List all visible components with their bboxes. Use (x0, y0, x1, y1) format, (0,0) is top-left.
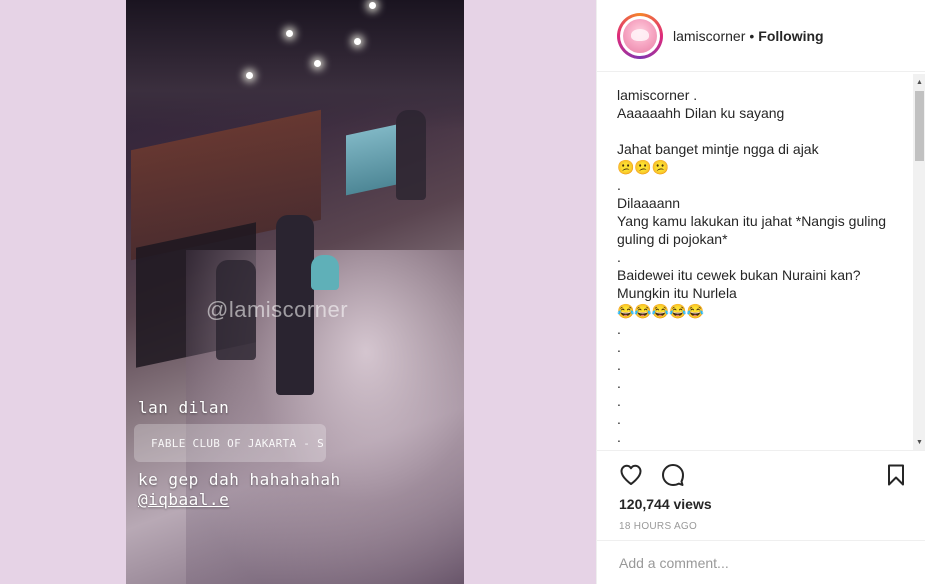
bookmark-icon[interactable] (884, 463, 908, 487)
view-count[interactable]: 120,744 views (619, 496, 712, 512)
comment-input[interactable] (619, 554, 899, 571)
caption-line: Aaaaaahh Dilan ku sayang (617, 105, 785, 121)
ceiling-light (246, 72, 253, 79)
wall-screen (346, 124, 396, 196)
post-video[interactable]: @lamiscorner lan dilan FABLE CLUB OF JAK… (126, 0, 464, 584)
caption-line: Baidewei itu cewek bukan Nuraini kan? (617, 267, 861, 283)
ceiling-light (314, 60, 321, 67)
watermark: @lamiscorner (206, 297, 349, 322)
separator-dot: • (749, 27, 755, 44)
caption-line: . (617, 321, 621, 337)
caption-line: 😕😕😕 (617, 159, 670, 175)
caption-line: guling di pojokan* (617, 231, 728, 247)
person-figure (396, 110, 426, 200)
username-link[interactable]: lamiscorner (673, 28, 745, 44)
scroll-up-arrow[interactable]: ▲ (913, 76, 925, 89)
caption-scrollbar[interactable]: ▲ ▼ (913, 74, 925, 450)
post-side-panel: lamiscorner • Following lamiscorner . Aa… (596, 0, 925, 584)
ceiling-light (369, 2, 376, 9)
caption-line: Dilaaaann (617, 195, 681, 211)
caption-line: . (617, 339, 621, 355)
person-figure (311, 255, 339, 290)
comment-icon[interactable] (661, 463, 685, 487)
story-text-line2: ke gep dah hahahahah (138, 470, 341, 489)
scroll-down-arrow[interactable]: ▼ (913, 436, 925, 449)
scroll-thumb[interactable] (915, 91, 924, 161)
caption-text: Aaaaaahh Dilan ku sayang Jahat banget min… (617, 104, 907, 446)
avatar[interactable] (617, 12, 663, 59)
caption-line: . (617, 411, 621, 427)
story-text-line1: lan dilan (138, 398, 230, 417)
ceiling-light (286, 30, 293, 37)
username-row: lamiscorner • Following (673, 28, 824, 44)
caption-line (617, 122, 907, 140)
action-bar (597, 450, 925, 496)
caption-line: . (617, 375, 621, 391)
heart-icon[interactable] (619, 463, 643, 487)
story-mention[interactable]: @iqbaal.e (138, 490, 229, 509)
caption-username[interactable]: lamiscorner . (617, 86, 907, 104)
comment-section (597, 540, 925, 584)
avatar-ring (620, 15, 660, 56)
avatar-image (623, 18, 657, 53)
location-sticker[interactable]: FABLE CLUB OF JAKARTA - S... (134, 424, 326, 462)
caption-line: Jahat banget mintje ngga di ajak (617, 141, 819, 157)
caption-line: . (617, 177, 621, 193)
post-timestamp: 18 HOURS AGO (619, 521, 698, 532)
caption-line: . (617, 249, 621, 265)
caption: lamiscorner . Aaaaaahh Dilan ku sayang Ja… (617, 86, 907, 450)
caption-line: Yang kamu lakukan itu jahat *Nangis guli… (617, 213, 887, 229)
following-button[interactable]: Following (758, 28, 823, 44)
post-header: lamiscorner • Following (597, 0, 925, 72)
caption-line: Mungkin itu Nurlela (617, 285, 737, 301)
caption-line: 😂😂😂😂😂 (617, 303, 705, 319)
caption-line: . (617, 393, 621, 409)
caption-line: . (617, 357, 621, 373)
caption-line: . (617, 429, 621, 445)
ceiling-light (354, 38, 361, 45)
location-label: FABLE CLUB OF JAKARTA - S... (151, 436, 326, 450)
